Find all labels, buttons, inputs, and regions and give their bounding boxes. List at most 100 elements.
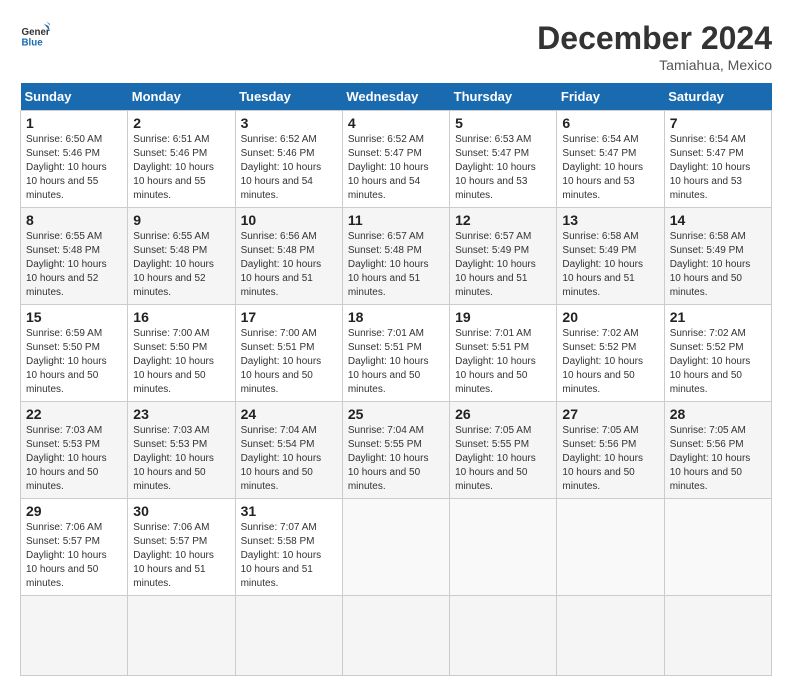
day-info: Sunrise: 7:05 AMSunset: 5:56 PMDaylight:…: [670, 425, 751, 492]
day-number: 19: [455, 309, 551, 325]
header-row: Sunday Monday Tuesday Wednesday Thursday…: [21, 83, 772, 111]
day-number: 22: [26, 406, 122, 422]
calendar-cell: 27 Sunrise: 7:05 AMSunset: 5:56 PMDaylig…: [557, 402, 664, 499]
calendar-cell: 7 Sunrise: 6:54 AMSunset: 5:47 PMDayligh…: [664, 111, 771, 208]
calendar-cell: 29 Sunrise: 7:06 AMSunset: 5:57 PMDaylig…: [21, 499, 128, 596]
calendar-cell: [342, 596, 449, 676]
col-thursday: Thursday: [450, 83, 557, 111]
calendar-cell: 21 Sunrise: 7:02 AMSunset: 5:52 PMDaylig…: [664, 305, 771, 402]
calendar-cell: 30 Sunrise: 7:06 AMSunset: 5:57 PMDaylig…: [128, 499, 235, 596]
calendar-cell: 14 Sunrise: 6:58 AMSunset: 5:49 PMDaylig…: [664, 208, 771, 305]
calendar-cell: [664, 596, 771, 676]
col-wednesday: Wednesday: [342, 83, 449, 111]
calendar-cell: 8 Sunrise: 6:55 AMSunset: 5:48 PMDayligh…: [21, 208, 128, 305]
calendar-cell: 15 Sunrise: 6:59 AMSunset: 5:50 PMDaylig…: [21, 305, 128, 402]
day-number: 11: [348, 212, 444, 228]
day-info: Sunrise: 6:51 AMSunset: 5:46 PMDaylight:…: [133, 134, 214, 201]
calendar-cell: 2 Sunrise: 6:51 AMSunset: 5:46 PMDayligh…: [128, 111, 235, 208]
day-info: Sunrise: 7:00 AMSunset: 5:51 PMDaylight:…: [241, 328, 322, 395]
day-info: Sunrise: 6:54 AMSunset: 5:47 PMDaylight:…: [670, 134, 751, 201]
day-info: Sunrise: 6:55 AMSunset: 5:48 PMDaylight:…: [26, 231, 107, 298]
col-saturday: Saturday: [664, 83, 771, 111]
calendar-cell: [664, 499, 771, 596]
day-info: Sunrise: 7:05 AMSunset: 5:56 PMDaylight:…: [562, 425, 643, 492]
day-number: 17: [241, 309, 337, 325]
calendar-cell: 12 Sunrise: 6:57 AMSunset: 5:49 PMDaylig…: [450, 208, 557, 305]
day-info: Sunrise: 7:00 AMSunset: 5:50 PMDaylight:…: [133, 328, 214, 395]
month-title: December 2024: [537, 20, 772, 57]
day-info: Sunrise: 7:03 AMSunset: 5:53 PMDaylight:…: [133, 425, 214, 492]
calendar-cell: [21, 596, 128, 676]
calendar-cell: 11 Sunrise: 6:57 AMSunset: 5:48 PMDaylig…: [342, 208, 449, 305]
day-number: 27: [562, 406, 658, 422]
calendar-cell: [450, 596, 557, 676]
day-number: 15: [26, 309, 122, 325]
logo-icon: General Blue: [20, 20, 50, 50]
day-info: Sunrise: 6:55 AMSunset: 5:48 PMDaylight:…: [133, 231, 214, 298]
col-sunday: Sunday: [21, 83, 128, 111]
day-number: 3: [241, 115, 337, 131]
day-number: 23: [133, 406, 229, 422]
calendar-cell: [557, 499, 664, 596]
day-number: 29: [26, 503, 122, 519]
title-block: December 2024 Tamiahua, Mexico: [537, 20, 772, 73]
calendar-cell: 22 Sunrise: 7:03 AMSunset: 5:53 PMDaylig…: [21, 402, 128, 499]
calendar-cell: 20 Sunrise: 7:02 AMSunset: 5:52 PMDaylig…: [557, 305, 664, 402]
calendar-cell: 25 Sunrise: 7:04 AMSunset: 5:55 PMDaylig…: [342, 402, 449, 499]
day-info: Sunrise: 6:52 AMSunset: 5:47 PMDaylight:…: [348, 134, 429, 201]
day-info: Sunrise: 6:58 AMSunset: 5:49 PMDaylight:…: [562, 231, 643, 298]
day-info: Sunrise: 6:57 AMSunset: 5:48 PMDaylight:…: [348, 231, 429, 298]
calendar-table: Sunday Monday Tuesday Wednesday Thursday…: [20, 83, 772, 676]
calendar-cell: 18 Sunrise: 7:01 AMSunset: 5:51 PMDaylig…: [342, 305, 449, 402]
day-info: Sunrise: 7:01 AMSunset: 5:51 PMDaylight:…: [455, 328, 536, 395]
calendar-cell: 10 Sunrise: 6:56 AMSunset: 5:48 PMDaylig…: [235, 208, 342, 305]
day-number: 24: [241, 406, 337, 422]
day-info: Sunrise: 7:03 AMSunset: 5:53 PMDaylight:…: [26, 425, 107, 492]
calendar-cell: 26 Sunrise: 7:05 AMSunset: 5:55 PMDaylig…: [450, 402, 557, 499]
calendar-week-5: 29 Sunrise: 7:06 AMSunset: 5:57 PMDaylig…: [21, 499, 772, 596]
day-info: Sunrise: 7:02 AMSunset: 5:52 PMDaylight:…: [562, 328, 643, 395]
day-info: Sunrise: 6:58 AMSunset: 5:49 PMDaylight:…: [670, 231, 751, 298]
day-number: 10: [241, 212, 337, 228]
calendar-cell: 16 Sunrise: 7:00 AMSunset: 5:50 PMDaylig…: [128, 305, 235, 402]
day-info: Sunrise: 7:07 AMSunset: 5:58 PMDaylight:…: [241, 522, 322, 589]
day-number: 26: [455, 406, 551, 422]
day-number: 30: [133, 503, 229, 519]
day-info: Sunrise: 6:52 AMSunset: 5:46 PMDaylight:…: [241, 134, 322, 201]
day-number: 14: [670, 212, 766, 228]
day-info: Sunrise: 6:54 AMSunset: 5:47 PMDaylight:…: [562, 134, 643, 201]
day-number: 31: [241, 503, 337, 519]
calendar-cell: [557, 596, 664, 676]
calendar-cell: [128, 596, 235, 676]
day-info: Sunrise: 6:57 AMSunset: 5:49 PMDaylight:…: [455, 231, 536, 298]
day-number: 12: [455, 212, 551, 228]
calendar-week-4: 22 Sunrise: 7:03 AMSunset: 5:53 PMDaylig…: [21, 402, 772, 499]
calendar-cell: 13 Sunrise: 6:58 AMSunset: 5:49 PMDaylig…: [557, 208, 664, 305]
calendar-cell: 23 Sunrise: 7:03 AMSunset: 5:53 PMDaylig…: [128, 402, 235, 499]
day-info: Sunrise: 7:04 AMSunset: 5:54 PMDaylight:…: [241, 425, 322, 492]
day-number: 13: [562, 212, 658, 228]
day-info: Sunrise: 7:02 AMSunset: 5:52 PMDaylight:…: [670, 328, 751, 395]
svg-text:Blue: Blue: [22, 38, 44, 49]
day-number: 28: [670, 406, 766, 422]
calendar-week-6: [21, 596, 772, 676]
day-info: Sunrise: 6:59 AMSunset: 5:50 PMDaylight:…: [26, 328, 107, 395]
day-number: 9: [133, 212, 229, 228]
calendar-cell: 17 Sunrise: 7:00 AMSunset: 5:51 PMDaylig…: [235, 305, 342, 402]
day-number: 4: [348, 115, 444, 131]
day-info: Sunrise: 6:56 AMSunset: 5:48 PMDaylight:…: [241, 231, 322, 298]
calendar-cell: 1 Sunrise: 6:50 AMSunset: 5:46 PMDayligh…: [21, 111, 128, 208]
calendar-cell: [342, 499, 449, 596]
day-number: 25: [348, 406, 444, 422]
page-header: General Blue December 2024 Tamiahua, Mex…: [20, 20, 772, 73]
day-info: Sunrise: 6:50 AMSunset: 5:46 PMDaylight:…: [26, 134, 107, 201]
calendar-cell: 28 Sunrise: 7:05 AMSunset: 5:56 PMDaylig…: [664, 402, 771, 499]
calendar-cell: 31 Sunrise: 7:07 AMSunset: 5:58 PMDaylig…: [235, 499, 342, 596]
col-friday: Friday: [557, 83, 664, 111]
calendar-week-3: 15 Sunrise: 6:59 AMSunset: 5:50 PMDaylig…: [21, 305, 772, 402]
day-info: Sunrise: 7:04 AMSunset: 5:55 PMDaylight:…: [348, 425, 429, 492]
calendar-cell: 24 Sunrise: 7:04 AMSunset: 5:54 PMDaylig…: [235, 402, 342, 499]
day-info: Sunrise: 7:05 AMSunset: 5:55 PMDaylight:…: [455, 425, 536, 492]
day-number: 21: [670, 309, 766, 325]
day-number: 5: [455, 115, 551, 131]
